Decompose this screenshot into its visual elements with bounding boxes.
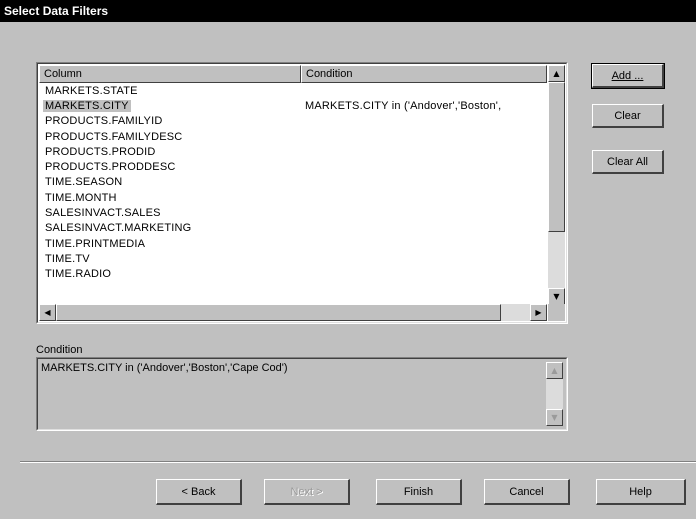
list-row[interactable]: MARKETS.CITY MARKETS.CITY in ('Andover','… <box>39 98 547 113</box>
scroll-left-icon[interactable]: ◀ <box>39 304 56 321</box>
list-row[interactable]: TIME.RADIO <box>39 267 547 282</box>
scroll-right-icon[interactable]: ▶ <box>530 304 547 321</box>
row-column-name: PRODUCTS.PRODID <box>45 145 156 158</box>
condition-text: MARKETS.CITY in ('Andover','Boston','Cap… <box>41 362 288 374</box>
list-header: Column Condition <box>39 65 547 83</box>
row-column-name: TIME.SEASON <box>45 176 123 189</box>
row-column-cell: PRODUCTS.PRODID <box>39 146 301 158</box>
clear-button[interactable]: Clear <box>592 104 664 128</box>
list-row[interactable]: TIME.MONTH <box>39 190 547 205</box>
scroll-up-icon[interactable]: ▲ <box>548 65 565 82</box>
row-column-cell: TIME.TV <box>39 253 301 265</box>
list-row[interactable]: TIME.PRINTMEDIA <box>39 236 547 251</box>
finish-button[interactable]: Finish <box>376 479 462 505</box>
column-condition-list[interactable]: Column Condition MARKETS.STATE MARKETS.CI… <box>36 62 568 324</box>
footer-separator <box>20 461 696 463</box>
finish-button-label: Finish <box>403 485 434 498</box>
list-horizontal-scrollbar[interactable]: ◀ ▶ <box>39 304 547 321</box>
row-column-name: MARKETS.STATE <box>45 84 138 97</box>
dialog-title: Select Data Filters <box>0 0 696 22</box>
row-column-name: TIME.RADIO <box>45 268 112 281</box>
scroll-corner <box>548 304 565 321</box>
next-button-label: Next > <box>290 485 323 498</box>
row-column-cell: PRODUCTS.FAMILYDESC <box>39 131 301 143</box>
row-column-name: TIME.TV <box>45 252 90 265</box>
scroll-down-icon[interactable]: ▼ <box>546 409 563 426</box>
column-header[interactable]: Column <box>39 65 301 83</box>
row-column-name: TIME.MONTH <box>45 191 117 204</box>
row-column-cell: TIME.MONTH <box>39 192 301 204</box>
row-column-name: PRODUCTS.FAMILYDESC <box>45 130 183 143</box>
list-row[interactable]: PRODUCTS.PRODID <box>39 144 547 159</box>
row-column-name: TIME.PRINTMEDIA <box>45 237 146 250</box>
horizontal-scroll-thumb[interactable] <box>56 304 501 321</box>
list-row[interactable]: TIME.TV <box>39 251 547 266</box>
scroll-down-icon[interactable]: ▼ <box>548 288 565 305</box>
cancel-button[interactable]: Cancel <box>484 479 570 505</box>
list-rows: MARKETS.STATE MARKETS.CITY MARKETS.CITY in… <box>39 83 547 305</box>
back-button-label: < Back <box>181 485 216 498</box>
scroll-up-icon[interactable]: ▲ <box>546 362 563 379</box>
row-column-name: SALESINVACT.SALES <box>45 207 161 220</box>
row-column-cell: TIME.PRINTMEDIA <box>39 238 301 250</box>
list-row[interactable]: PRODUCTS.PRODDESC <box>39 159 547 174</box>
clear-all-button[interactable]: Clear All <box>592 150 664 174</box>
row-column-cell: PRODUCTS.PRODDESC <box>39 161 301 173</box>
row-column-name: PRODUCTS.PRODDESC <box>45 161 176 174</box>
add-button[interactable]: Add ... <box>591 63 665 89</box>
list-row[interactable]: PRODUCTS.FAMILYDESC <box>39 129 547 144</box>
help-button[interactable]: Help <box>596 479 686 505</box>
row-column-cell: TIME.SEASON <box>39 176 301 188</box>
list-row[interactable]: SALESINVACT.MARKETING <box>39 221 547 236</box>
row-column-cell: SALESINVACT.SALES <box>39 207 301 219</box>
cancel-button-label: Cancel <box>509 485 544 498</box>
row-column-name: MARKETS.CITY <box>43 99 131 112</box>
help-button-label: Help <box>629 485 652 498</box>
row-column-cell: PRODUCTS.FAMILYID <box>39 115 301 127</box>
row-column-cell: TIME.RADIO <box>39 268 301 280</box>
clear-button-label: Clear <box>614 109 641 122</box>
row-column-cell: MARKETS.CITY <box>39 99 301 112</box>
row-column-name: PRODUCTS.FAMILYID <box>45 115 163 128</box>
row-column-name: SALESINVACT.MARKETING <box>45 222 192 235</box>
condition-scrollbar[interactable]: ▲ ▼ <box>546 362 563 426</box>
row-column-cell: MARKETS.STATE <box>39 85 301 97</box>
condition-label: Condition <box>36 344 83 356</box>
vertical-scroll-thumb[interactable] <box>548 82 565 232</box>
list-row[interactable]: SALESINVACT.SALES <box>39 205 547 220</box>
condition-textarea[interactable]: MARKETS.CITY in ('Andover','Boston','Cap… <box>36 357 568 431</box>
list-row[interactable]: TIME.SEASON <box>39 175 547 190</box>
list-row[interactable]: MARKETS.STATE <box>39 83 547 98</box>
list-row[interactable]: PRODUCTS.FAMILYID <box>39 114 547 129</box>
clear-all-button-label: Clear All <box>607 155 648 168</box>
row-column-cell: SALESINVACT.MARKETING <box>39 222 301 234</box>
back-button[interactable]: < Back <box>156 479 242 505</box>
list-vertical-scrollbar[interactable]: ▲ ▼ <box>548 65 565 305</box>
condition-header[interactable]: Condition <box>301 65 547 83</box>
row-condition-cell: MARKETS.CITY in ('Andover','Boston', <box>305 99 502 112</box>
next-button: Next > <box>264 479 350 505</box>
add-button-label: Add ... <box>611 69 644 82</box>
